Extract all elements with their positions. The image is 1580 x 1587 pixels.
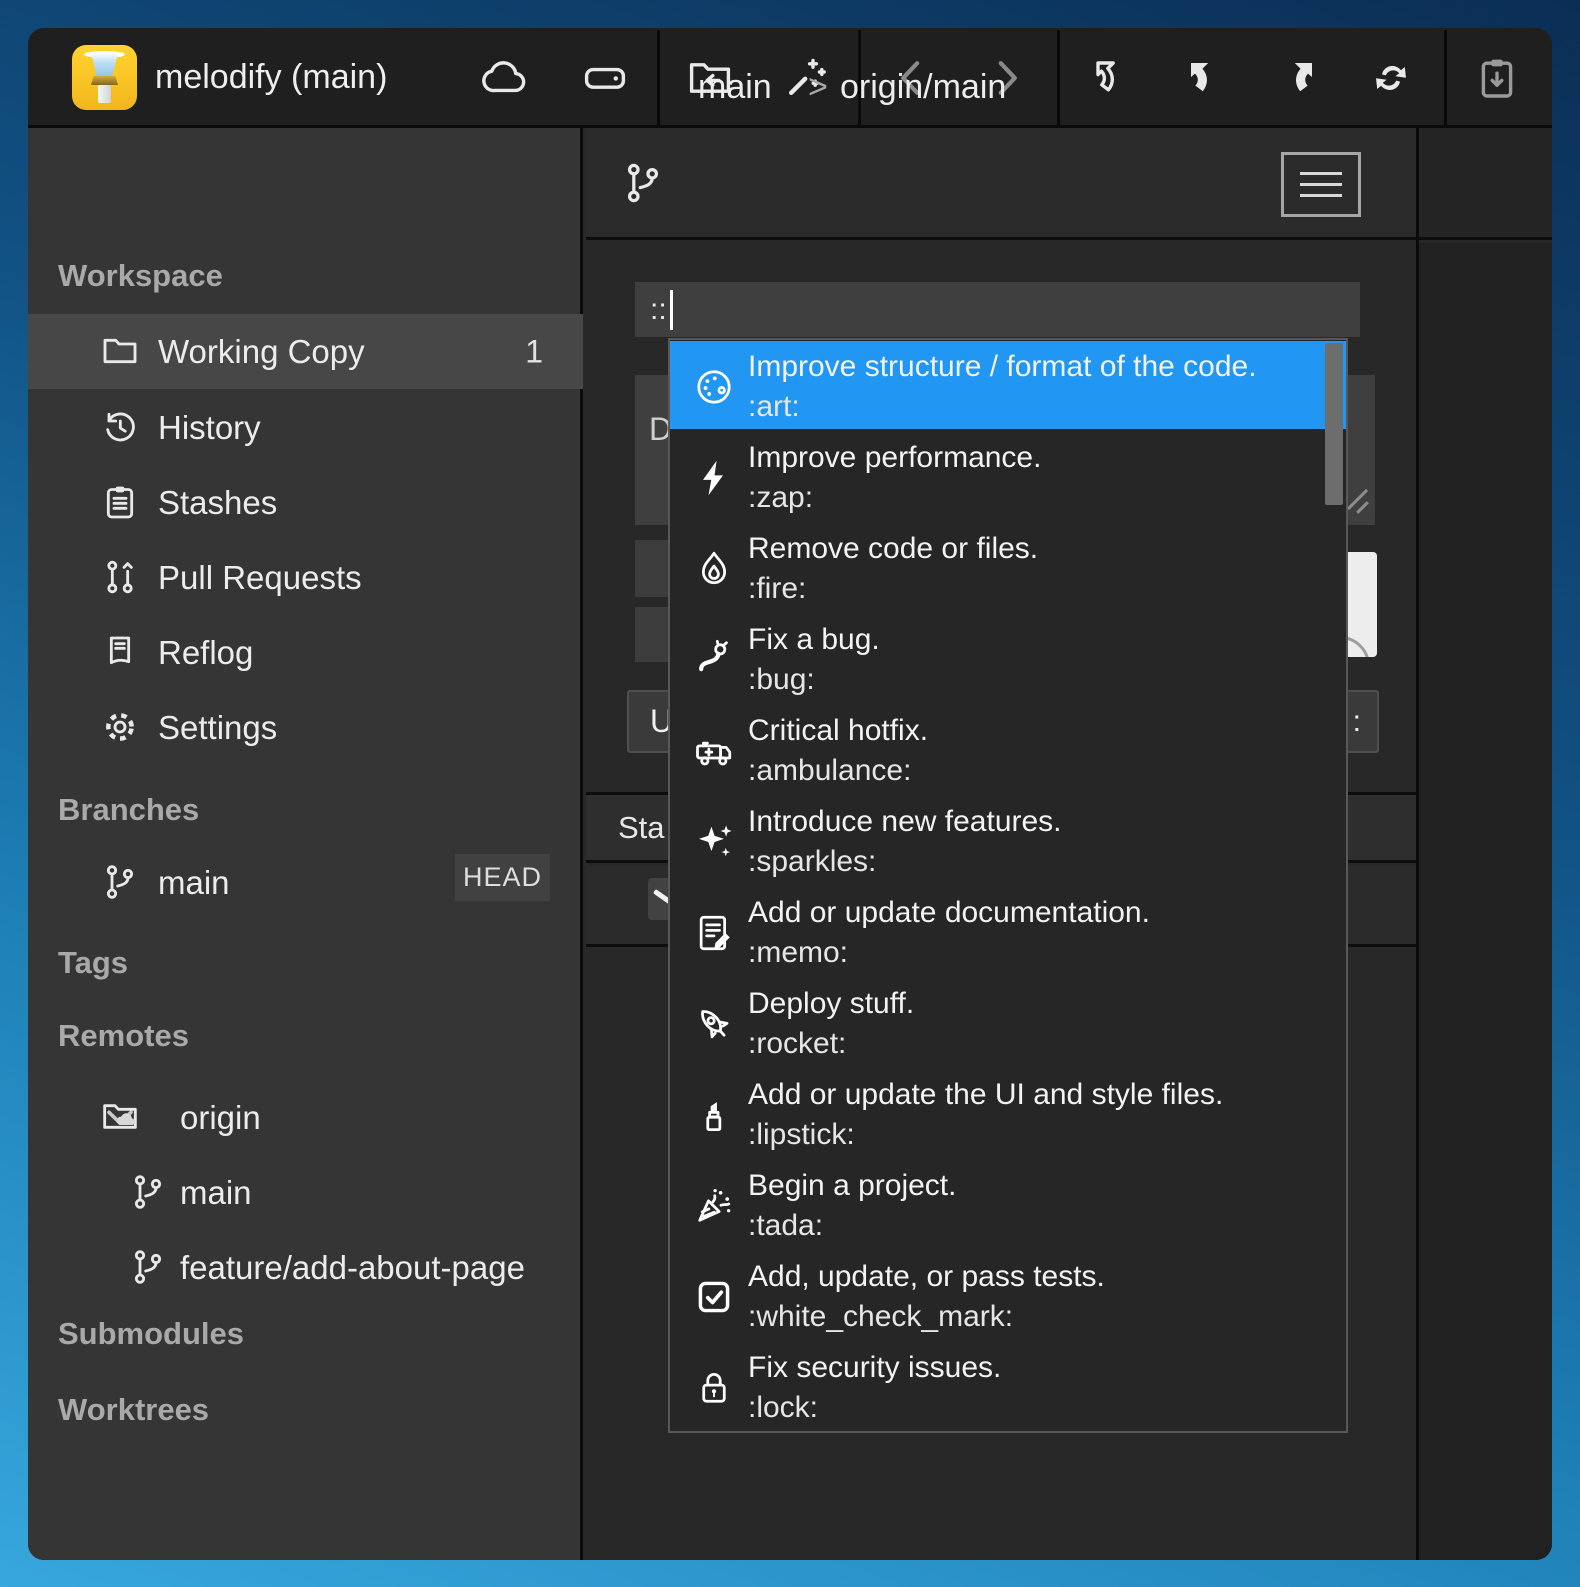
titlebar: melodify (main) [28,28,1552,128]
sidebar-item-settings[interactable]: Settings [28,690,583,765]
history-clock-icon [100,407,140,447]
party-popper-icon [692,1184,736,1228]
breadcrumb-branch[interactable]: main [698,68,772,107]
sidebar-item-branch-main[interactable]: main HEAD [28,845,583,920]
ambulance-icon [692,729,736,773]
sparkles-icon [692,820,736,864]
git-branch-icon [128,1247,168,1287]
pull-request-icon [100,557,140,597]
share-arrow-icon[interactable] [1088,54,1136,102]
sidebar-item-label: Settings [158,709,277,747]
window-title: melodify (main) [155,58,387,97]
gitmoji-option-sparkles[interactable]: Introduce new features. :sparkles: [670,796,1346,887]
zap-icon [692,456,736,500]
toolbar-separator [657,30,660,126]
clipboard-download-icon[interactable] [1473,54,1521,102]
gitmoji-autocomplete-dropdown: Improve structure / format of the code. … [668,338,1348,1433]
lock-icon [692,1366,736,1410]
sidebar-section-workspace: Workspace [58,258,223,294]
clipboard-list-icon [100,482,140,522]
head-badge: HEAD [455,854,550,901]
branch-label: main [158,864,230,902]
folder-icon [100,331,140,371]
dropdown-scrollbar-thumb[interactable] [1325,343,1343,505]
bug-icon [692,638,736,682]
sidebar-item-reflog[interactable]: Reflog [28,615,583,690]
gear-icon [100,707,140,747]
book-icon [100,632,140,672]
sidebar-item-stashes[interactable]: Stashes [28,465,583,540]
sidebar-item-label: Working Copy [158,333,365,371]
gitmoji-option-zap[interactable]: Improve performance. :zap: [670,432,1346,523]
right-pane-header [1419,128,1552,240]
git-branch-icon [100,862,140,902]
remote-branch-label: feature/add-about-page [180,1249,525,1287]
gitmoji-option-memo[interactable]: Add or update documentation. :memo: [670,887,1346,978]
working-copy-count-badge: 1 [525,333,543,370]
git-branch-icon [620,160,666,206]
remote-branch-label: main [180,1174,252,1212]
gitmoji-option-rocket[interactable]: Deploy stuff. :rocket: [670,978,1346,1069]
sidebar-item-label: Pull Requests [158,559,362,597]
git-branch-icon [128,1172,168,1212]
gitmoji-option-lock[interactable]: Fix security issues. :lock: [670,1342,1346,1433]
sidebar-item-label: Reflog [158,634,253,672]
sidebar-item-label: Stashes [158,484,277,522]
app-logo-icon [72,45,137,110]
palette-icon [692,365,736,409]
gitmoji-option-fire[interactable]: Remove code or files. :fire: [670,523,1346,614]
sidebar: Workspace Working Copy 1 History Stashes… [28,128,583,1560]
commit-button-label: : [1353,705,1361,739]
hard-drive-icon[interactable] [581,54,629,102]
app-window: melodify (main) Workspace [28,28,1552,1560]
breadcrumb-separator: > [808,68,828,107]
gitmoji-option-lipstick[interactable]: Add or update the UI and style files. :l… [670,1069,1346,1160]
sidebar-item-history[interactable]: History [28,390,583,465]
breadcrumb-remote[interactable]: origin/main [840,68,1006,107]
commit-summary-input[interactable]: :: [635,282,1360,337]
cloud-icon[interactable] [481,54,529,102]
sidebar-section-worktrees: Worktrees [58,1392,209,1428]
sidebar-item-remote-branch-main[interactable]: main [28,1155,583,1230]
gitmoji-option-art[interactable]: Improve structure / format of the code. … [670,341,1346,432]
toolbar-separator [1057,30,1060,126]
sync-arrows-icon[interactable] [1367,54,1415,102]
sidebar-section-submodules: Submodules [58,1316,244,1352]
fire-icon [692,547,736,591]
gitmoji-option-ambulance[interactable]: Critical hotfix. :ambulance: [670,705,1346,796]
check-box-icon [692,1275,736,1319]
gitmoji-option-bug[interactable]: Fix a bug. :bug: [670,614,1346,705]
text-cursor [670,290,673,330]
undo-arrow-icon[interactable] [1182,54,1230,102]
sidebar-section-tags: Tags [58,945,128,981]
menu-button[interactable] [1281,152,1361,217]
summary-text: :: [650,293,667,327]
toolbar-separator [1444,30,1447,126]
rocket-icon [692,1002,736,1046]
memo-icon [692,911,736,955]
sidebar-item-working-copy[interactable]: Working Copy 1 [28,314,583,389]
sidebar-item-label: History [158,409,261,447]
redo-arrow-icon[interactable] [1273,54,1321,102]
sidebar-section-branches: Branches [58,792,199,828]
right-pane [1419,243,1552,1560]
gitmoji-option-white-check-mark[interactable]: Add, update, or pass tests. :white_check… [670,1251,1346,1342]
lipstick-icon [692,1093,736,1137]
gitmoji-option-tada[interactable]: Begin a project. :tada: [670,1160,1346,1251]
sidebar-item-remote-origin[interactable]: origin [28,1080,583,1155]
cloud-folder-icon [100,1097,140,1137]
remote-label: origin [180,1099,261,1137]
sidebar-item-pull-requests[interactable]: Pull Requests [28,540,583,615]
staged-files-header-label: Sta [618,810,665,846]
sidebar-item-remote-branch-feature[interactable]: feature/add-about-page [28,1230,583,1305]
sidebar-section-remotes: Remotes [58,1018,189,1054]
